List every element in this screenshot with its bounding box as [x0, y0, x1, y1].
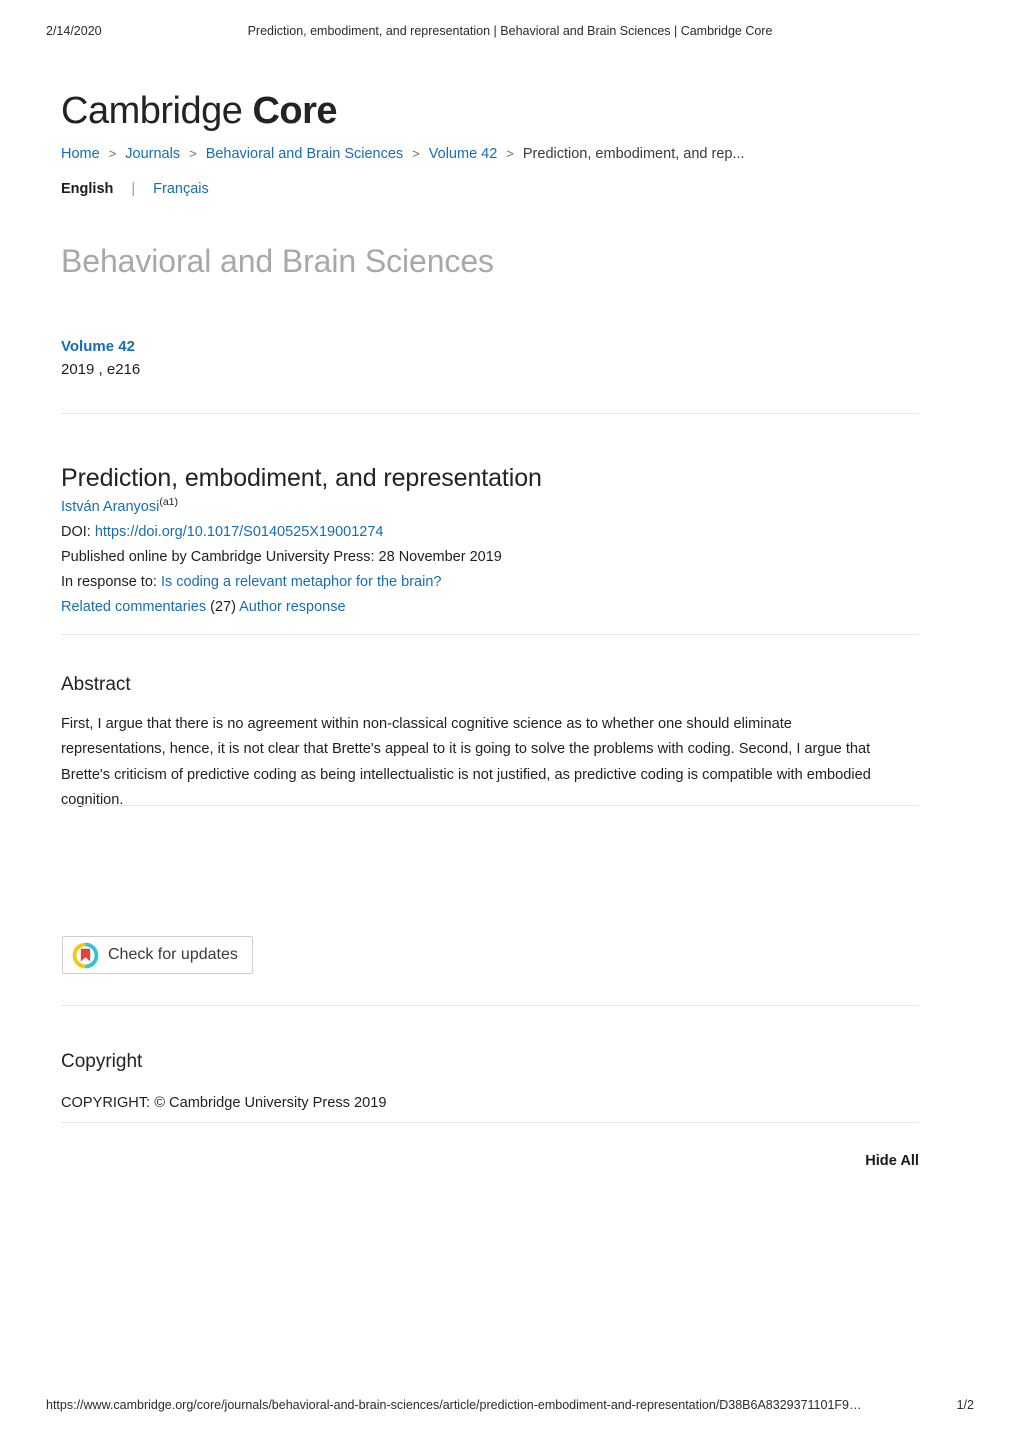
divider-above-abstract [61, 634, 919, 635]
breadcrumb-separator: > [108, 146, 117, 161]
related-commentaries-link[interactable]: Related commentaries [61, 599, 206, 615]
print-footer-url: https://www.cambridge.org/core/journals/… [46, 1398, 862, 1412]
in-response-to-label: In response to: [61, 573, 157, 590]
divider-above-volume [61, 413, 919, 414]
breadcrumb-item-current: Prediction, embodiment, and rep... [522, 146, 745, 162]
check-for-updates-button[interactable]: Check for updates [62, 936, 253, 974]
check-for-updates-label: Check for updates [108, 946, 238, 963]
crossmark-icon [72, 942, 99, 969]
cambridge-core-logo[interactable]: Cambridge Core [61, 90, 338, 133]
doi-label: DOI: [61, 523, 91, 540]
breadcrumb-item-home[interactable]: Home [61, 146, 100, 162]
breadcrumb-separator: > [506, 146, 514, 161]
print-footer: https://www.cambridge.org/core/journals/… [0, 1398, 1020, 1416]
hide-all-button[interactable]: Hide All [61, 1153, 919, 1169]
print-header: 2/14/2020 Prediction, embodiment, and re… [0, 24, 1020, 42]
divider-above-hide-all [61, 1122, 919, 1123]
breadcrumb-separator: > [189, 146, 197, 161]
breadcrumb-item-volume-42[interactable]: Volume 42 [429, 146, 498, 162]
meta-line-doi: DOI: https://doi.org/10.1017/S0140525X19… [61, 520, 921, 545]
language-switcher: English | Français [61, 180, 209, 198]
breadcrumb-item-journals[interactable]: Journals [125, 146, 180, 162]
related-commentaries-count: (27) [210, 598, 236, 615]
divider-above-copyright [61, 1005, 919, 1006]
logo-word-cambridge: Cambridge [61, 90, 243, 132]
logo-word-core: Core [252, 90, 338, 132]
language-active-english[interactable]: English [61, 181, 113, 197]
author-affiliation-marker: (a1) [159, 496, 179, 508]
print-footer-page-number: 1/2 [956, 1398, 974, 1412]
spacer-rule [61, 417, 919, 418]
journal-title: Behavioral and Brain Sciences [61, 243, 494, 280]
meta-line-author: István Aranyosi(a1) [61, 490, 921, 520]
language-divider: | [131, 181, 136, 197]
article-title: Prediction, embodiment, and representati… [61, 463, 542, 492]
breadcrumb-separator: > [412, 146, 420, 161]
divider-below-abstract [61, 805, 919, 806]
author-response-link[interactable]: Author response [239, 599, 345, 615]
meta-line-related: Related commentaries (27) Author respons… [61, 595, 921, 620]
meta-line-published: Published online by Cambridge University… [61, 548, 502, 565]
print-header-title: Prediction, embodiment, and representati… [247, 24, 773, 38]
breadcrumb-item-behavioral-and-brain-sciences[interactable]: Behavioral and Brain Sciences [206, 146, 403, 162]
doi-link[interactable]: https://doi.org/10.1017/S0140525X1900127… [95, 524, 384, 540]
article-metadata: István Aranyosi(a1) DOI: https://doi.org… [61, 490, 921, 620]
abstract-text: First, I argue that there is no agreemen… [61, 715, 871, 809]
in-response-to-link[interactable]: Is coding a relevant metaphor for the br… [161, 574, 442, 590]
copyright-text: COPYRIGHT: © Cambridge University Press … [61, 1094, 387, 1111]
meta-line-in-response-to: In response to: Is coding a relevant met… [61, 570, 921, 595]
language-link-francais[interactable]: Français [153, 181, 209, 197]
volume-issue-line: 2019 , e216 [61, 361, 141, 378]
abstract-heading: Abstract [61, 674, 131, 695]
copyright-heading: Copyright [61, 1051, 143, 1072]
breadcrumb: Home > Journals > Behavioral and Brain Scien… [61, 145, 745, 163]
author-link[interactable]: István Aranyosi [61, 499, 159, 515]
volume-label[interactable]: Volume 42 [61, 338, 135, 355]
